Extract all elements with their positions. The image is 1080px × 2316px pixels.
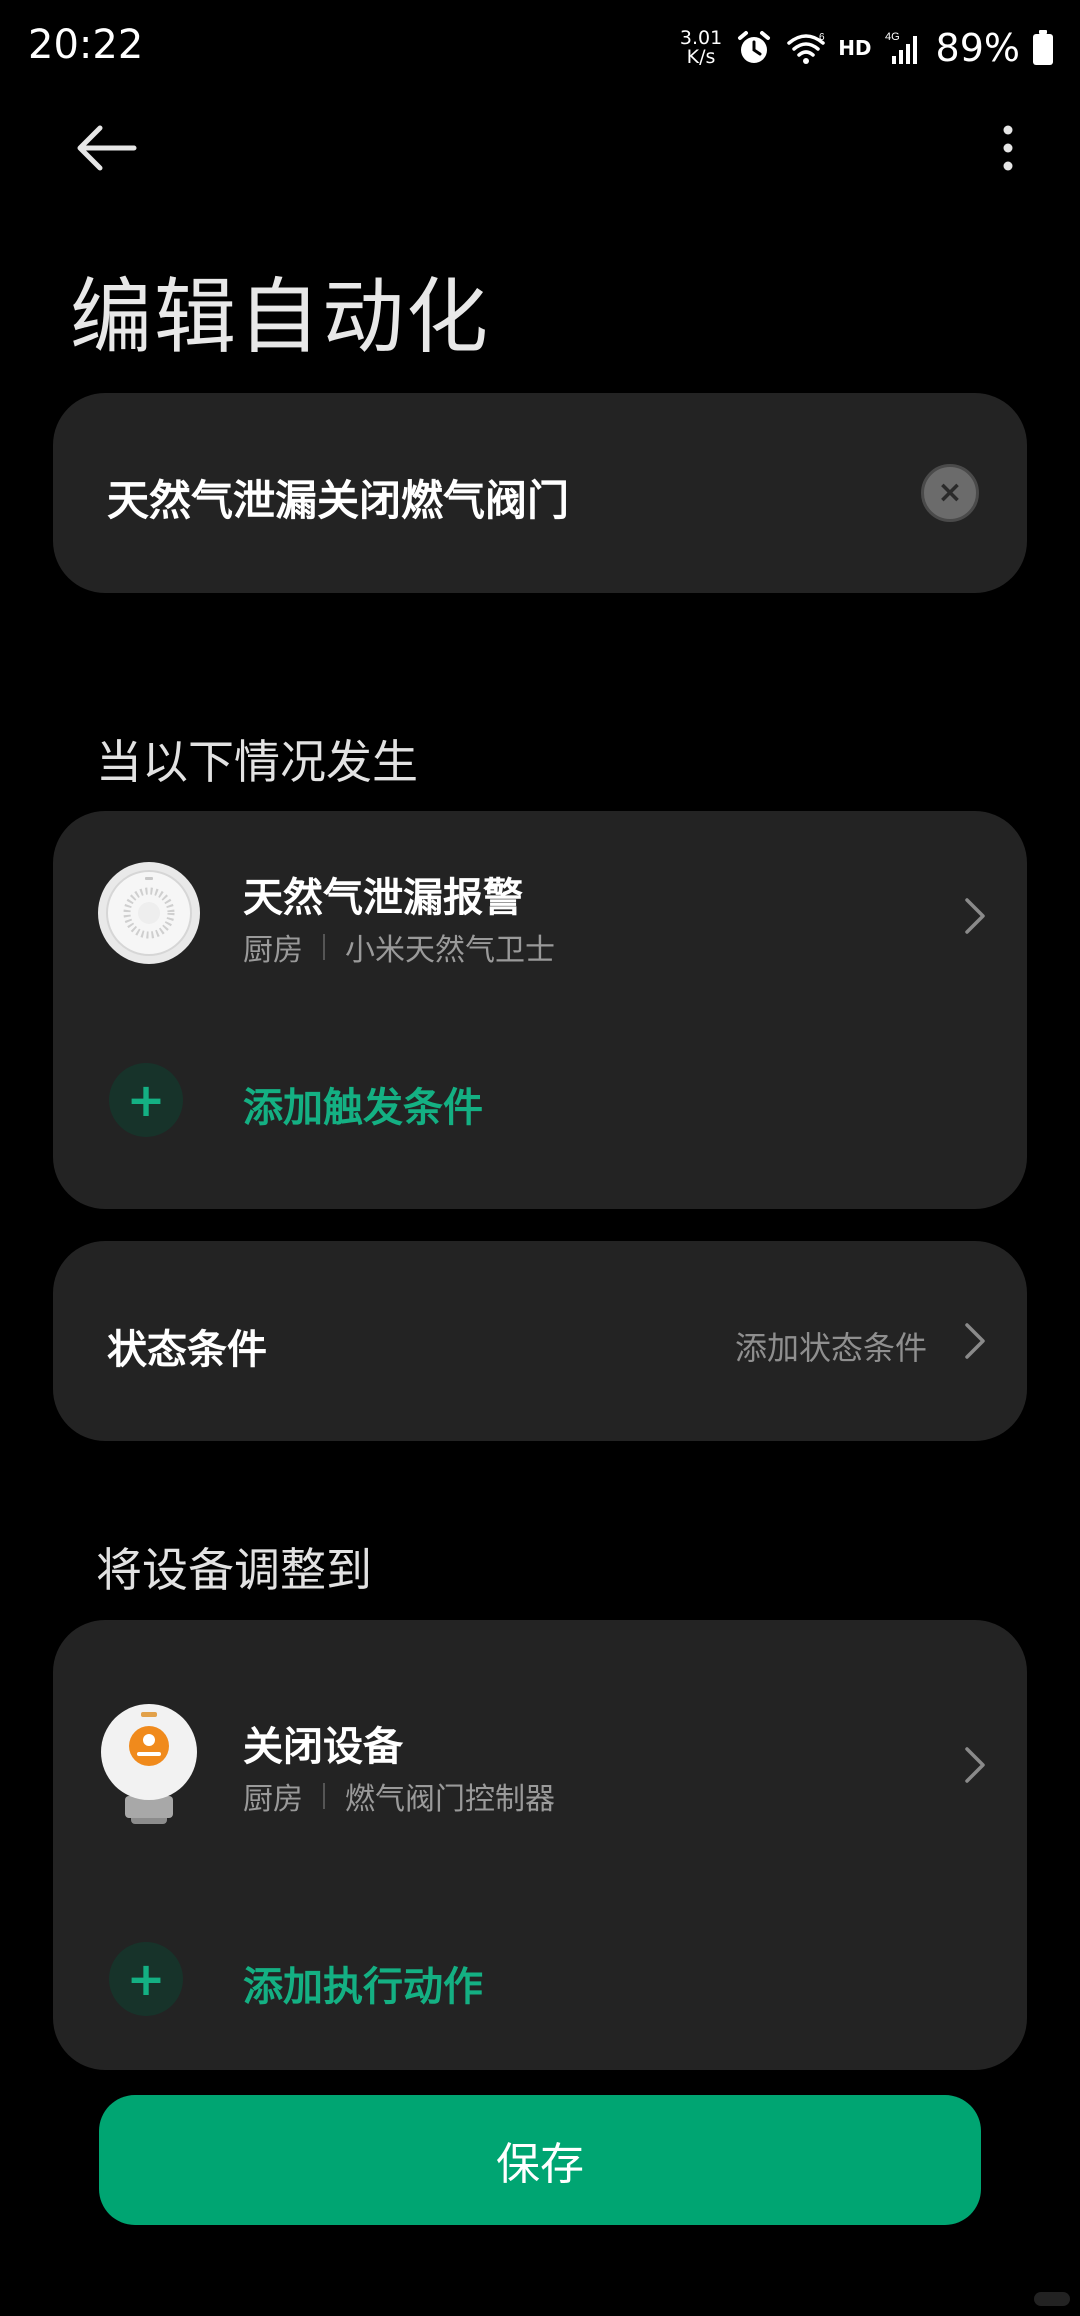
network-speed: 3.01 K/s	[680, 29, 722, 67]
add-action-label: 添加执行动作	[243, 1964, 483, 2010]
trigger-section-label: 当以下情况发生	[96, 735, 418, 789]
save-button[interactable]: 保存	[99, 2095, 981, 2225]
action-device-row[interactable]: 关闭设备 厨房 燃气阀门控制器	[53, 1700, 1027, 1830]
add-trigger-button[interactable]: + 添加触发条件	[53, 1055, 1027, 1145]
gas-detector-device-icon	[98, 862, 200, 964]
battery-icon	[1033, 30, 1053, 65]
chevron-right-icon	[965, 1323, 985, 1359]
network-type: 4G	[885, 31, 900, 43]
back-arrow-icon	[77, 125, 137, 171]
automation-name-field[interactable]: 天然气泄漏关闭燃气阀门 ×	[53, 393, 1027, 593]
status-bar: 20:22 3.01 K/s 6 HD 4G 89%	[0, 0, 1080, 96]
clear-icon: ×	[937, 475, 963, 510]
network-speed-unit: K/s	[686, 46, 716, 68]
status-time: 20:22	[28, 22, 144, 68]
wifi-badge: 6	[819, 32, 825, 43]
page-title: 编辑自动化	[70, 270, 491, 365]
add-action-plus-icon: +	[109, 1942, 183, 2016]
battery-percentage: 89%	[935, 26, 1020, 70]
trigger-device-title: 天然气泄漏报警	[243, 875, 523, 921]
hd-label: HD	[838, 36, 872, 60]
add-trigger-label: 添加触发条件	[243, 1085, 483, 1131]
automation-name-value[interactable]: 天然气泄漏关闭燃气阀门	[107, 467, 569, 528]
more-options-button[interactable]	[976, 116, 1040, 180]
chevron-right-icon	[965, 1747, 985, 1783]
add-trigger-plus-icon: +	[109, 1063, 183, 1137]
subtitle-divider	[323, 934, 325, 960]
alarm-icon	[738, 31, 771, 63]
state-condition-title: 状态条件	[107, 1327, 267, 1373]
clear-name-button[interactable]: ×	[921, 464, 979, 522]
cellular-signal-icon: 4G	[885, 31, 917, 64]
add-action-button[interactable]: + 添加执行动作	[53, 1934, 1027, 2024]
status-icons: 3.01 K/s 6 HD 4G 89%	[680, 20, 1054, 76]
action-card: 关闭设备 厨房 燃气阀门控制器 + 添加执行动作	[53, 1620, 1027, 2070]
action-device-room: 厨房	[243, 1782, 303, 1817]
trigger-card: 天然气泄漏报警 厨房 小米天然气卫士 + 添加触发条件	[53, 811, 1027, 1209]
trigger-device-room: 厨房	[243, 933, 303, 968]
action-device-name: 燃气阀门控制器	[345, 1782, 555, 1817]
trigger-device-name: 小米天然气卫士	[345, 933, 555, 968]
wifi-icon: 6	[787, 32, 825, 64]
gas-valve-controller-icon	[101, 1704, 197, 1824]
trigger-device-row[interactable]: 天然气泄漏报警 厨房 小米天然气卫士	[53, 851, 1027, 981]
watermark	[1034, 2292, 1070, 2306]
more-vertical-icon	[1003, 125, 1013, 171]
chevron-right-icon	[965, 898, 985, 934]
back-button[interactable]	[68, 116, 144, 180]
trigger-device-subtitle: 厨房 小米天然气卫士	[243, 925, 555, 969]
state-condition-value: 添加状态条件	[734, 1329, 927, 1367]
save-button-label: 保存	[496, 2139, 584, 2190]
action-device-title: 关闭设备	[243, 1724, 403, 1770]
action-section-label: 将设备调整到	[96, 1543, 372, 1597]
action-device-subtitle: 厨房 燃气阀门控制器	[243, 1774, 555, 1818]
subtitle-divider	[323, 1783, 325, 1809]
state-condition-row[interactable]: 状态条件 添加状态条件	[53, 1241, 1027, 1441]
